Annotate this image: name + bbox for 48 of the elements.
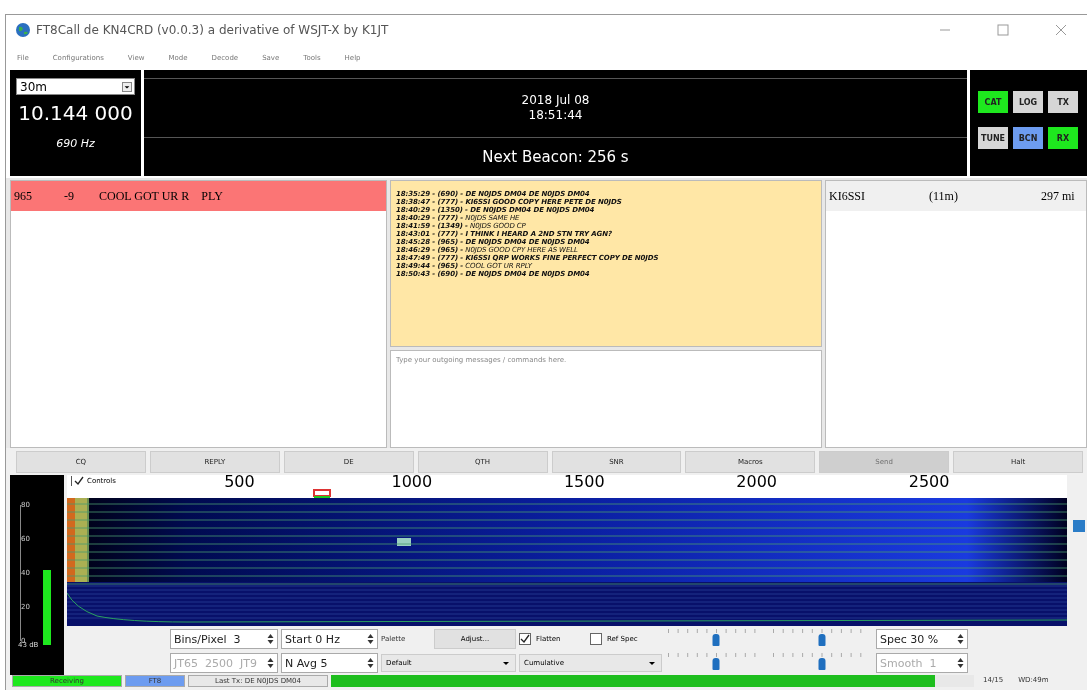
check-icon [74,476,84,486]
caret-icon [122,81,132,92]
snr-cell-text: -9 [63,188,75,204]
tick-label: 500 [224,474,255,490]
tick-label: 2500 [908,474,950,490]
offset-cell-text: 965 [13,188,33,204]
spec-spinbox[interactable]: Spec 30 % [876,629,968,649]
scroll-thumb[interactable] [1073,520,1085,532]
globe-icon [16,23,30,37]
slider-thumb[interactable] [818,634,825,646]
spin-arrows-icon [367,633,374,645]
date: 2018 Jul 08 [521,93,590,108]
slider-thumb[interactable] [712,634,720,646]
window-title: FT8Call de KN4CRD (v0.0.3) a derivative of WSJT-X by K1JT [36,23,390,37]
start-spinbox[interactable]: Start 0 Hz [281,629,378,649]
tick-label: 1500 [563,474,605,490]
averaging-spinbox[interactable]: N Avg 5 [281,653,378,673]
bins-spinbox[interactable]: Bins/Pixel 3 [170,629,278,649]
check-icon [520,634,530,644]
close-icon[interactable] [1055,24,1067,36]
age-cell-text: (11m) [928,188,959,204]
spin-arrows-icon [267,657,274,669]
audio-offset: 690 Hz [55,137,96,150]
indicator-button[interactable]: CAT [978,91,1008,113]
time: 18:51:44 [528,108,583,123]
indicator-button[interactable]: LOG [1013,91,1043,113]
indicator-button[interactable]: BCN [1013,127,1043,149]
call-row[interactable]: KI6SSI (11m) 297 mi [826,181,1086,211]
indicator-button[interactable]: RX [1048,127,1078,149]
indicator-button[interactable]: TX [1048,91,1078,113]
spin-arrows-icon [957,633,964,645]
spin-arrows-icon [367,657,374,669]
slider-thumb[interactable] [712,658,720,670]
spin-arrows-icon [267,633,274,645]
indicator-button[interactable]: TUNE [978,127,1008,149]
message-cell-text: COOL GOT UR R PLY [98,188,223,204]
slider-thumb[interactable] [818,658,825,670]
spin-arrows-icon [957,657,964,669]
callsign-cell-text: KI6SSI [828,188,866,204]
frequency-marker-icon[interactable] [313,489,331,498]
next-beacon: Next Beacon: 256 s [481,147,630,168]
frequency: 10.144 000 [17,101,134,125]
tick-label: 2000 [736,474,777,490]
tick-label: 1000 [391,474,433,490]
activity-row[interactable]: 965 -9 COOL GOT UR R PLY [11,181,386,211]
band-dropdown[interactable]: 30m [16,78,135,95]
maximize-icon[interactable] [997,24,1009,36]
distance-cell-text: 297 mi [1040,188,1075,204]
